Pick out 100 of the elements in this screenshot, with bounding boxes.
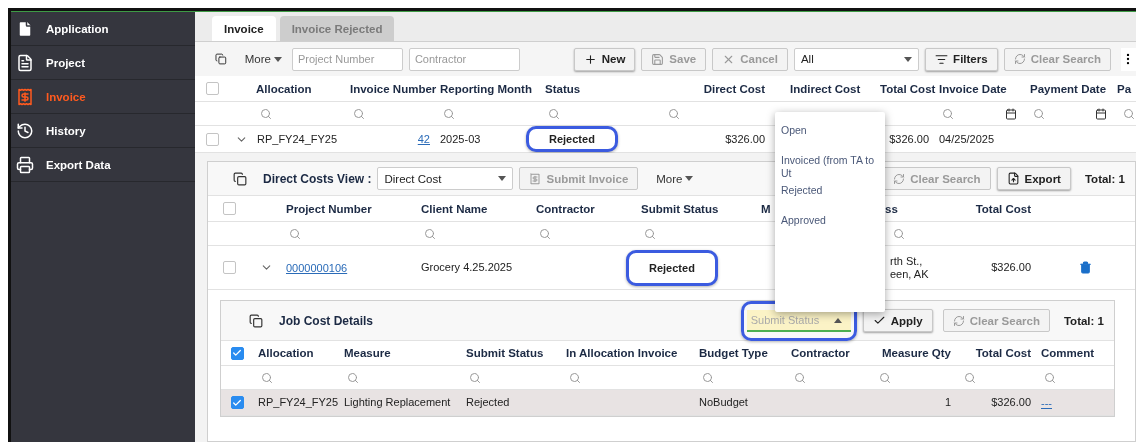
column-header[interactable]: Client Name [416, 202, 531, 215]
refresh-icon [893, 172, 906, 185]
checkbox[interactable] [230, 346, 244, 360]
column-header[interactable]: Contractor [786, 347, 871, 359]
column-header[interactable]: Measure [339, 347, 461, 359]
search-icon [964, 371, 976, 384]
calendar-icon [1095, 107, 1107, 120]
column-header[interactable]: Allocation [252, 82, 345, 95]
file-icon [16, 19, 34, 38]
column-header[interactable]: Allocation [253, 347, 339, 359]
column-header[interactable]: Submit Status [461, 347, 561, 359]
column-header[interactable]: ss [885, 202, 961, 215]
view-select[interactable]: Direct Cost [377, 167, 514, 190]
dropdown-option[interactable]: Approved [775, 214, 885, 244]
delete-icon[interactable] [1079, 261, 1092, 274]
sidebar-item[interactable]: Application [11, 12, 195, 46]
checkbox[interactable] [223, 202, 236, 215]
column-header[interactable]: Pa [1115, 82, 1136, 95]
column-header[interactable]: Status [540, 82, 660, 95]
search-icon [548, 107, 560, 120]
column-header[interactable]: Total Cost [875, 82, 934, 95]
column-header[interactable]: Invoice Number [345, 82, 435, 95]
new-button[interactable]: New [573, 47, 636, 71]
cell-link[interactable]: --- [1036, 396, 1114, 409]
caret-up-icon [833, 317, 842, 323]
column-header[interactable]: Measure Qty [871, 347, 956, 359]
tab[interactable]: Invoice [212, 16, 276, 41]
dropdown-option[interactable]: Open [775, 124, 885, 154]
column-header[interactable]: Invoice Date [934, 82, 1025, 95]
copy-icon[interactable] [249, 313, 263, 328]
table-cell-text: $326.00 [990, 261, 1032, 274]
column-header[interactable]: Contractor [531, 202, 636, 215]
search-icon [893, 227, 905, 240]
search-icon [569, 371, 581, 384]
search-icon [668, 107, 680, 120]
search-icon [794, 371, 806, 384]
receipt-icon [529, 172, 542, 185]
filters-button[interactable]: Filters [925, 47, 998, 71]
table-cell-text: Grocery 4.25.2025 [420, 261, 514, 274]
history-icon [16, 121, 34, 140]
search-icon [942, 107, 954, 120]
table-cell-text: $326.00 [990, 396, 1032, 409]
column-header[interactable]: In Allocation Invoice [561, 347, 694, 359]
calendar-icon [1005, 107, 1017, 120]
column-header[interactable]: Total Cost [956, 347, 1036, 359]
more-button[interactable]: More [240, 53, 286, 65]
table-cell-text: $326.00 [724, 132, 766, 146]
search-icon [424, 227, 436, 240]
refresh-icon [952, 314, 965, 327]
table-cell-text: 04/25/2025 [938, 132, 996, 146]
receipt-icon [16, 87, 34, 106]
file-arrow-icon [1006, 172, 1020, 185]
total-count: Total: 1 [1063, 314, 1104, 327]
search-icon [1044, 371, 1056, 384]
search-icon [1123, 107, 1135, 120]
search-icon [644, 227, 656, 240]
caret-down-icon [498, 176, 507, 181]
copy-icon[interactable] [215, 52, 227, 66]
dropdown-option[interactable]: Rejected [775, 184, 885, 214]
status-select[interactable]: All [793, 47, 920, 71]
search-icon [260, 107, 272, 120]
search-field[interactable]: Project Number [291, 47, 403, 71]
refresh-icon [1013, 53, 1026, 65]
cell-link[interactable]: 42 [345, 133, 435, 145]
column-header[interactable]: Indirect Cost [770, 82, 875, 95]
column-header[interactable]: Comment [1036, 347, 1114, 359]
table-cell-text: $326.00 [888, 132, 930, 146]
checkbox[interactable] [230, 396, 244, 409]
apply-button[interactable]: Apply [862, 309, 933, 332]
column-header[interactable]: Reporting Month [435, 82, 540, 95]
search-icon [443, 107, 455, 120]
checkbox[interactable] [223, 261, 236, 274]
total-count: Total: 1 [1084, 172, 1125, 185]
checkbox[interactable] [206, 132, 219, 146]
dropdown-option[interactable]: Invoiced (from TA to Ut [775, 154, 885, 184]
more-options-button[interactable] [1120, 47, 1136, 71]
copy-icon[interactable] [233, 171, 247, 186]
cell-link[interactable]: 0000000106 [281, 261, 416, 274]
column-header[interactable]: Total Cost [961, 202, 1036, 215]
column-header[interactable]: Project Number [281, 202, 416, 215]
check-icon [872, 314, 886, 327]
more-button[interactable]: More [652, 172, 698, 185]
column-header[interactable]: Payment Date [1025, 82, 1115, 95]
panel-title: Job Cost Details [279, 313, 374, 328]
search-icon [469, 371, 481, 384]
table-cell-text: RP_FY24_FY25 [257, 396, 339, 409]
column-header[interactable]: Direct Cost [660, 82, 770, 95]
column-header[interactable]: M [761, 202, 777, 215]
table-cell-text: Rejected [465, 396, 511, 409]
document-icon [16, 53, 34, 72]
sidebar-item[interactable]: Invoice [11, 80, 195, 114]
search-icon [879, 371, 891, 384]
column-header[interactable]: Budget Type [694, 347, 786, 359]
printer-icon [16, 155, 34, 174]
checkbox[interactable] [206, 82, 219, 95]
column-header[interactable]: Submit Status [636, 202, 761, 215]
search-field[interactable]: Contractor [408, 47, 520, 71]
export-button[interactable]: Export [996, 167, 1071, 190]
highlighted-status: Rejected [526, 126, 618, 152]
search-icon [702, 371, 714, 384]
